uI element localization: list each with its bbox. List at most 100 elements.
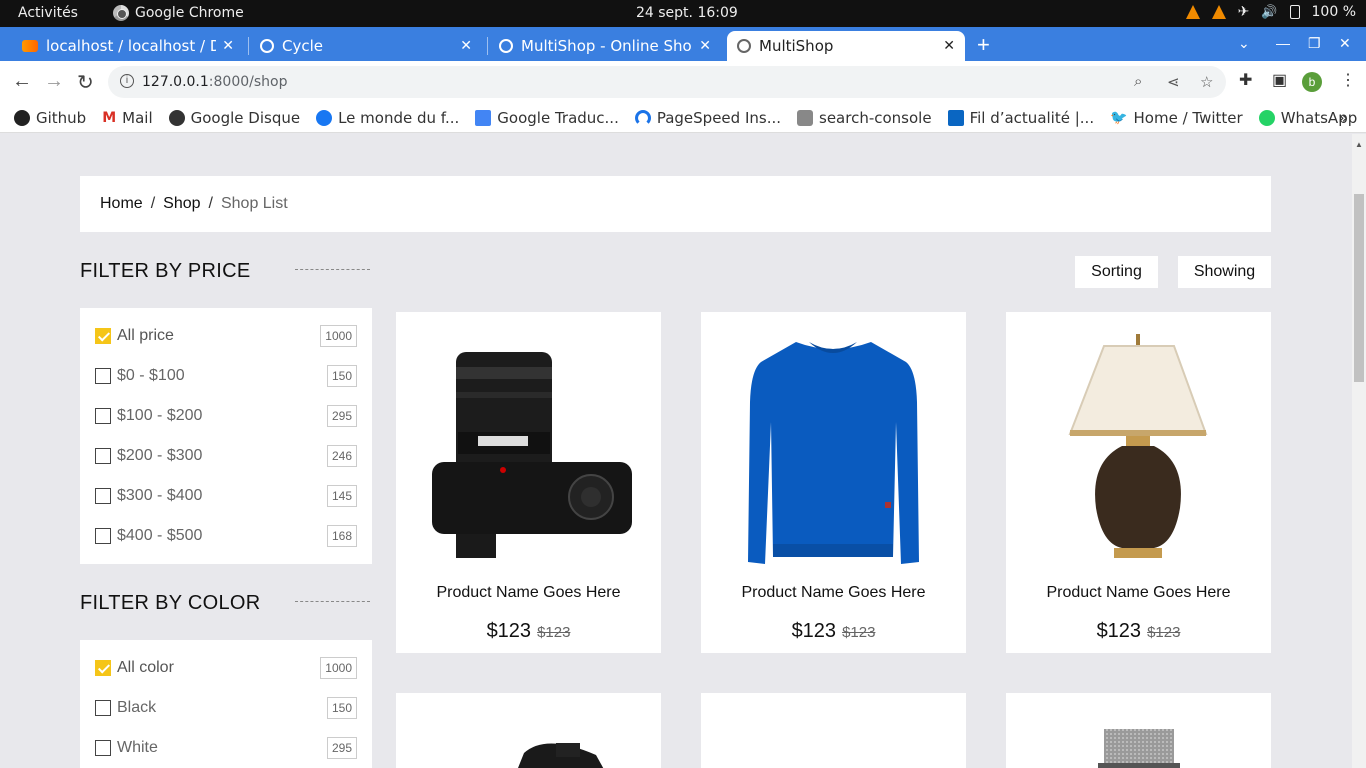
url-path: :8000/shop (208, 74, 288, 90)
price-option-all[interactable]: All price 1000 (95, 324, 357, 348)
page-scrollbar[interactable]: ▲ (1352, 134, 1366, 768)
globe-icon (168, 109, 185, 126)
site-info-icon[interactable]: i (120, 74, 134, 88)
sorting-button[interactable]: Sorting (1075, 256, 1158, 288)
color-filter-box: All color 1000 Black 150 White 295 (80, 640, 372, 768)
product-card[interactable] (1006, 693, 1271, 768)
activities-button[interactable]: Activités (18, 5, 78, 21)
product-card[interactable]: Product Name Goes Here $123 $123 (701, 312, 966, 653)
count-badge: 150 (326, 365, 357, 387)
extensions-icon[interactable]: ✚ (1239, 70, 1252, 90)
bookmark-github[interactable]: Github (14, 109, 86, 127)
profile-avatar[interactable]: b (1302, 72, 1322, 92)
product-name[interactable]: Product Name Goes Here (701, 584, 966, 602)
bookmark-label: Google Traduc... (497, 108, 619, 127)
bookmark-mail[interactable]: M Mail (102, 109, 152, 127)
checkbox[interactable] (95, 488, 111, 504)
breadcrumb: Home / Shop / Shop List (80, 176, 1271, 232)
checkbox-checked[interactable] (95, 328, 111, 344)
new-tab-button[interactable]: + (977, 32, 990, 58)
tab-cycle[interactable]: Cycle ✕ (250, 31, 482, 61)
minimize-icon[interactable]: — (1276, 35, 1290, 51)
tab-title: localhost / localhost / Das (46, 37, 217, 55)
close-tab-icon[interactable]: ✕ (222, 38, 234, 54)
product-prices: $123 $123 (396, 620, 661, 643)
breadcrumb-home[interactable]: Home (100, 195, 143, 213)
product-price: $123 (791, 620, 837, 642)
scroll-up-arrow-icon[interactable]: ▲ (1355, 140, 1363, 149)
side-panel-icon[interactable]: ▣ (1272, 70, 1287, 90)
forward-icon[interactable]: → (44, 70, 64, 93)
tab-phpmyadmin[interactable]: localhost / localhost / Das ✕ (12, 31, 244, 61)
close-tab-icon[interactable]: ✕ (699, 38, 711, 54)
globe-icon (737, 39, 751, 53)
bookmark-twitter[interactable]: 🐦 Home / Twitter (1110, 109, 1243, 127)
more-bookmarks-icon[interactable]: » (1338, 108, 1348, 127)
browser-toolbar: ← → ↻ i 127.0.0.1:8000/shop ⌕ ⋖ ☆ (0, 61, 1366, 103)
breadcrumb-shop[interactable]: Shop (163, 195, 200, 213)
search-icon[interactable]: ⌕ (1134, 73, 1142, 90)
clock[interactable]: 24 sept. 16:09 (636, 5, 738, 21)
tab-multishop-active[interactable]: MultiShop ✕ (727, 31, 965, 61)
close-window-icon[interactable]: ✕ (1339, 35, 1351, 52)
showing-button[interactable]: Showing (1178, 256, 1271, 288)
vlc-icon[interactable] (1185, 5, 1200, 19)
system-tray[interactable]: ✈ 🔊 100 % (1185, 4, 1356, 20)
vlc-icon-2[interactable] (1211, 5, 1226, 19)
product-name[interactable]: Product Name Goes Here (1006, 584, 1271, 602)
filter-label: $0 - $100 (117, 367, 185, 384)
checkbox[interactable] (95, 740, 111, 756)
bookmark-translate[interactable]: Google Traduc... (475, 109, 619, 127)
close-tab-icon[interactable]: ✕ (943, 38, 955, 54)
price-option-0-100[interactable]: $0 - $100 150 (95, 364, 357, 388)
menu-icon[interactable]: ⋮ (1340, 70, 1356, 90)
globe-icon (499, 39, 513, 53)
price-option-200-300[interactable]: $200 - $300 246 (95, 444, 357, 468)
count-badge: 168 (326, 525, 357, 547)
close-tab-icon[interactable]: ✕ (460, 38, 472, 54)
price-option-400-500[interactable]: $400 - $500 168 (95, 524, 357, 548)
bookmark-google-disque[interactable]: Google Disque (168, 109, 300, 127)
bookmark-pagespeed[interactable]: PageSpeed Ins... (634, 109, 781, 127)
product-card[interactable] (396, 693, 661, 768)
color-option-black[interactable]: Black 150 (95, 696, 357, 720)
checkbox[interactable] (95, 528, 111, 544)
tab-divider (248, 37, 249, 55)
tab-search-icon[interactable]: ⌄ (1238, 35, 1250, 52)
app-menu[interactable]: Google Chrome (113, 5, 244, 21)
bookmark-facebook[interactable]: Le monde du f... (316, 109, 459, 127)
bookmark-label: Github (36, 108, 87, 127)
bookmark-linkedin[interactable]: Fil d’actualité |... (947, 109, 1094, 127)
filter-label: $100 - $200 (117, 407, 203, 424)
product-card[interactable] (701, 693, 966, 768)
product-card[interactable]: Product Name Goes Here $123 $123 (396, 312, 661, 653)
reload-icon[interactable]: ↻ (77, 70, 94, 95)
product-price: $123 (1096, 620, 1142, 642)
scrollbar-thumb[interactable] (1354, 194, 1364, 382)
checkbox-checked[interactable] (95, 660, 111, 676)
product-card[interactable]: Product Name Goes Here $123 $123 (1006, 312, 1271, 653)
tab-multishop-online[interactable]: MultiShop - Online Shop W ✕ (489, 31, 721, 61)
color-option-white[interactable]: White 295 (95, 736, 357, 760)
price-option-300-400[interactable]: $300 - $400 145 (95, 484, 357, 508)
filter-label: All price (117, 327, 174, 344)
search-console-icon (797, 109, 813, 126)
restore-icon[interactable]: ❐ (1308, 35, 1321, 52)
bookmark-search-console[interactable]: search-console (797, 109, 932, 127)
back-icon[interactable]: ← (12, 70, 32, 93)
product-price: $123 (486, 620, 532, 642)
share-icon[interactable]: ⋖ (1167, 73, 1180, 91)
address-bar[interactable]: i 127.0.0.1:8000/shop ⌕ ⋖ ☆ (108, 66, 1226, 98)
price-option-100-200[interactable]: $100 - $200 295 (95, 404, 357, 428)
color-option-all[interactable]: All color 1000 (95, 656, 357, 680)
filter-label: White (117, 739, 158, 756)
bookmark-star-icon[interactable]: ☆ (1200, 73, 1213, 91)
checkbox[interactable] (95, 408, 111, 424)
product-name[interactable]: Product Name Goes Here (396, 584, 661, 602)
checkbox[interactable] (95, 368, 111, 384)
product-prices: $123 $123 (701, 620, 966, 643)
checkbox[interactable] (95, 700, 111, 716)
system-top-bar: Activités Google Chrome 24 sept. 16:09 ✈… (0, 0, 1366, 27)
url-text[interactable]: 127.0.0.1:8000/shop (142, 74, 287, 90)
checkbox[interactable] (95, 448, 111, 464)
